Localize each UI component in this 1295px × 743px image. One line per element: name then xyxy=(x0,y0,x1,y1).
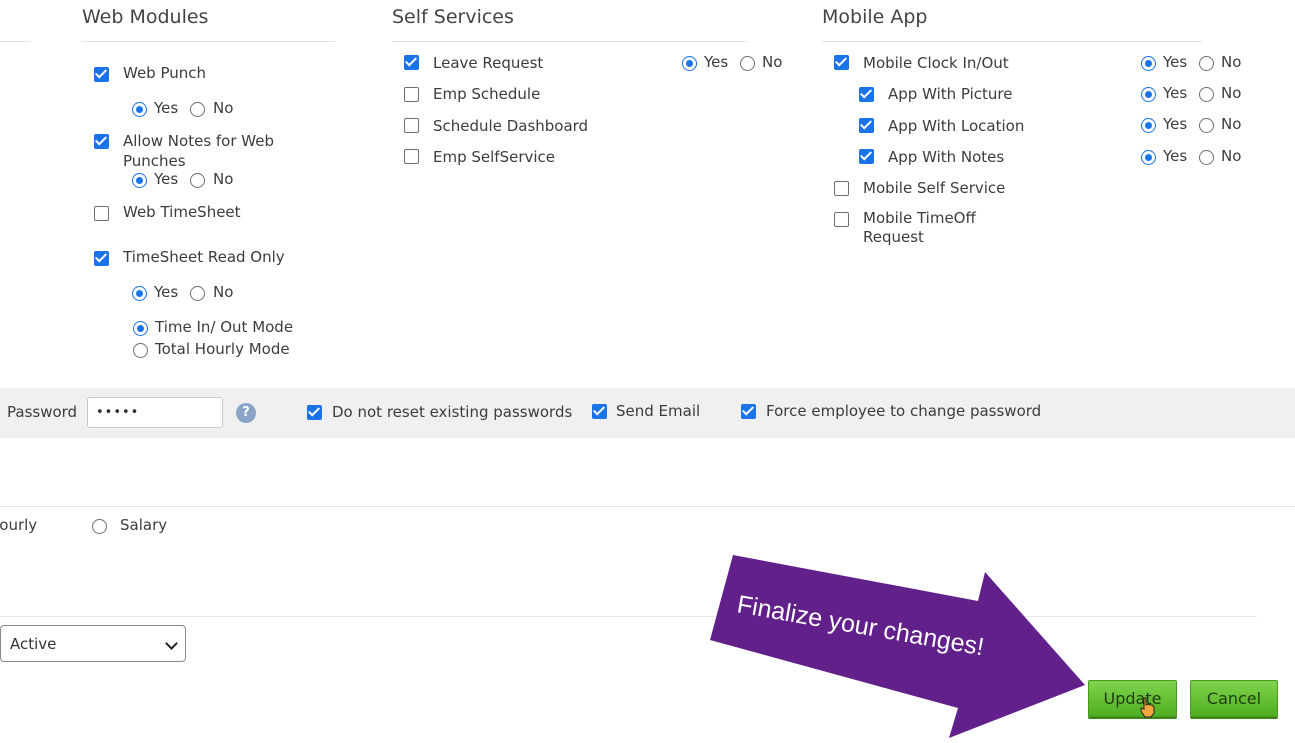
hand-cursor-icon xyxy=(1140,697,1155,718)
callout-arrow: Finalize your changes! xyxy=(710,555,1085,738)
